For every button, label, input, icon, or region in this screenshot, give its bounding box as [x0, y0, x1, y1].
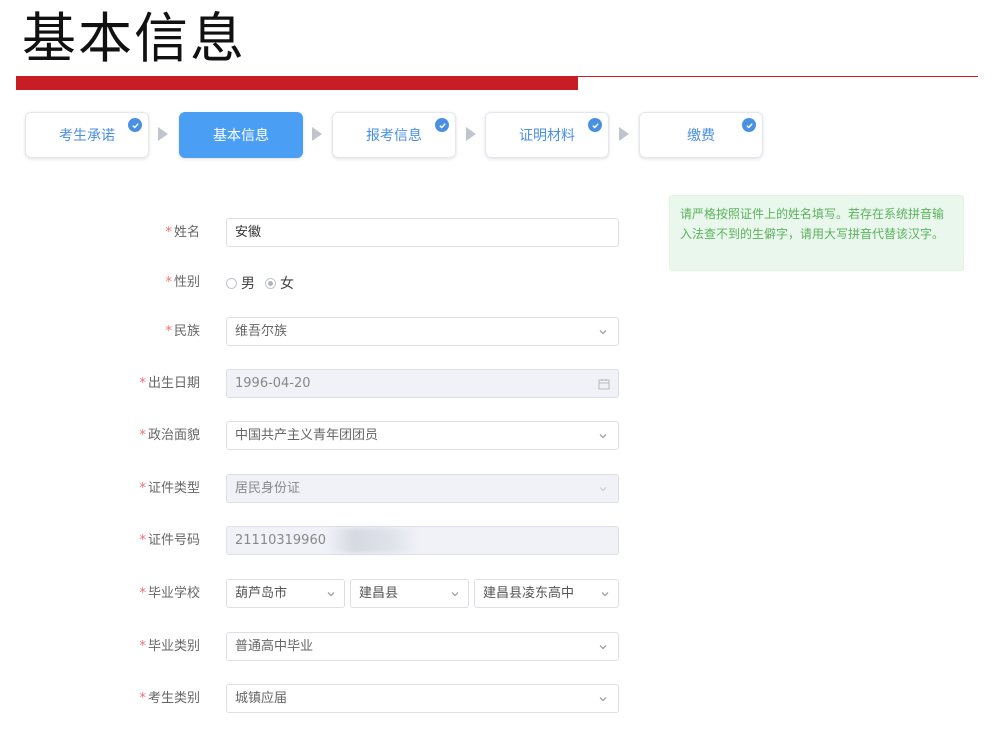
step-label: 报考信息	[366, 128, 422, 144]
graduation-type-select[interactable]: 普通高中毕业	[226, 632, 619, 661]
chevron-down-icon	[599, 645, 607, 650]
radio-checked-icon[interactable]	[265, 277, 276, 289]
step-arrow-icon	[312, 127, 322, 141]
school-name-select[interactable]: 建昌县凌东高中	[474, 579, 619, 608]
step-documents[interactable]: 证明材料	[485, 112, 609, 158]
school-county-select[interactable]: 建昌县	[350, 579, 469, 608]
candidate-type-label: * 考生类别	[139, 691, 200, 706]
political-status-select[interactable]: 中国共产主义青年团团员	[226, 421, 619, 450]
step-label: 考生承诺	[59, 128, 115, 144]
step-label: 证明材料	[519, 128, 575, 144]
name-hint-tip: 请严格按照证件上的姓名填写。若存在系统拼音输入法查不到的生僻字，请用大写拼音代替…	[669, 195, 964, 271]
name-label: * 姓名	[165, 225, 200, 240]
chevron-down-icon	[601, 592, 609, 597]
step-label: 基本信息	[213, 128, 269, 144]
radio-icon[interactable]	[226, 277, 237, 289]
id-number-input: 21110319960	[226, 526, 619, 555]
gender-radio-group: 男 女	[226, 270, 304, 296]
step-label: 缴费	[687, 128, 715, 144]
school-label: * 毕业学校	[139, 586, 200, 601]
ethnicity-label: * 民族	[165, 324, 200, 339]
gender-option-female[interactable]: 女	[265, 273, 294, 293]
political-status-label: * 政治面貌	[139, 428, 200, 443]
chevron-down-icon	[451, 592, 459, 597]
step-basic-info[interactable]: 基本信息	[179, 112, 303, 158]
step-arrow-icon	[619, 127, 629, 141]
birthdate-input: 1996-04-20	[226, 369, 619, 398]
title-accent-bar	[16, 76, 578, 90]
check-icon	[588, 118, 602, 132]
name-input[interactable]: 安徽	[226, 218, 619, 247]
gender-label: * 性别	[165, 275, 200, 290]
chevron-down-icon	[327, 592, 335, 597]
ethnicity-select[interactable]: 维吾尔族	[226, 317, 619, 346]
id-type-select: 居民身份证	[226, 474, 619, 503]
chevron-down-icon	[599, 487, 607, 492]
redaction-blur	[327, 528, 417, 553]
step-apply-info[interactable]: 报考信息	[332, 112, 456, 158]
graduation-type-label: * 毕业类别	[139, 639, 200, 654]
gender-option-male[interactable]: 男	[226, 273, 255, 293]
candidate-type-select[interactable]: 城镇应届	[226, 684, 619, 713]
check-icon	[128, 118, 142, 132]
step-promise[interactable]: 考生承诺	[25, 112, 149, 158]
calendar-icon	[598, 379, 610, 390]
step-payment[interactable]: 缴费	[639, 112, 763, 158]
chevron-down-icon	[599, 330, 607, 335]
check-icon	[742, 118, 756, 132]
check-icon	[435, 118, 449, 132]
chevron-down-icon	[599, 697, 607, 702]
id-type-label: * 证件类型	[139, 481, 200, 496]
page-title: 基本信息	[22, 7, 246, 70]
school-city-select[interactable]: 葫芦岛市	[226, 579, 345, 608]
chevron-down-icon	[599, 434, 607, 439]
id-number-label: * 证件号码	[139, 533, 200, 548]
step-arrow-icon	[158, 127, 168, 141]
step-arrow-icon	[466, 127, 476, 141]
birthdate-label: * 出生日期	[139, 376, 200, 391]
